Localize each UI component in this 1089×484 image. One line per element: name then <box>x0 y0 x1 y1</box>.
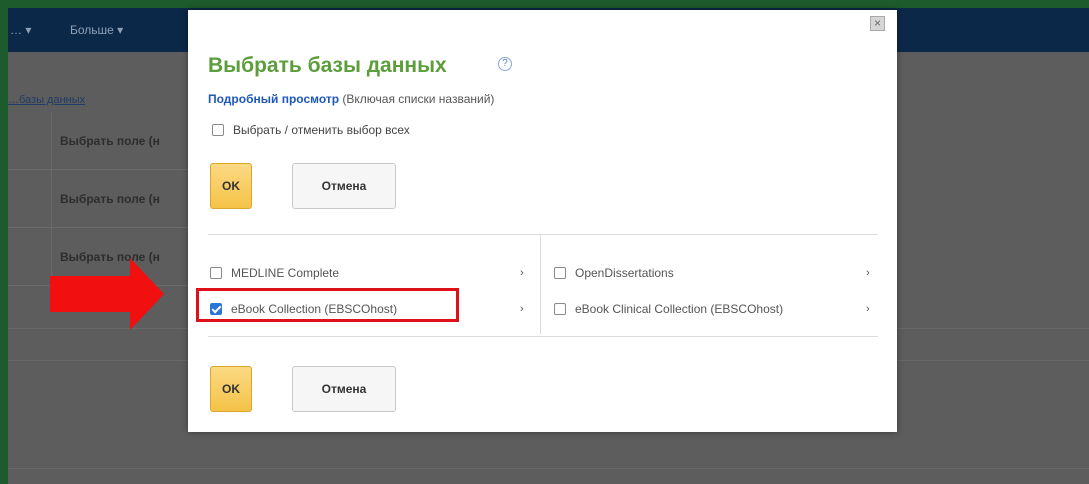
database-label: MEDLINE Complete <box>231 266 340 280</box>
dialog-title: Выбрать базы данных <box>208 54 447 77</box>
checkbox-icon[interactable] <box>554 303 566 315</box>
field-select[interactable]: Выбрать поле (н <box>60 134 160 148</box>
red-arrow-icon <box>50 258 164 330</box>
search-row: Выбрать поле (н <box>8 170 198 228</box>
detail-view-note: (Включая списки названий) <box>339 92 495 106</box>
detail-view-line: Подробный просмотр (Включая списки назва… <box>208 92 494 106</box>
divider <box>8 468 1089 469</box>
close-icon[interactable]: × <box>870 16 885 31</box>
checkbox-icon[interactable] <box>212 124 224 136</box>
chevron-right-icon[interactable]: › <box>520 267 524 279</box>
checkbox-icon[interactable] <box>210 267 222 279</box>
detail-view-link[interactable]: Подробный просмотр <box>208 92 339 106</box>
divider <box>208 234 878 235</box>
cancel-button-bottom[interactable]: Отмена <box>292 366 396 412</box>
chevron-right-icon[interactable]: › <box>866 303 870 315</box>
cancel-button-top[interactable]: Отмена <box>292 163 396 209</box>
divider <box>208 336 878 337</box>
database-item-ebook-clinical[interactable]: eBook Clinical Collection (EBSCOhost) <box>554 302 783 316</box>
nav-item-menu[interactable]: … ▾ <box>10 23 31 37</box>
chevron-right-icon[interactable]: › <box>520 303 524 315</box>
checkbox-icon[interactable] <box>554 267 566 279</box>
search-row: Выбрать поле (н <box>8 112 198 170</box>
breadcrumb-databases[interactable]: …базы данных <box>8 94 85 106</box>
column-divider <box>540 234 541 334</box>
nav-item-more[interactable]: Больше ▾ <box>70 23 123 37</box>
select-all-checkbox[interactable]: Выбрать / отменить выбор всех <box>212 123 410 137</box>
ok-button-bottom[interactable]: OK <box>210 366 252 412</box>
database-label: eBook Clinical Collection (EBSCOhost) <box>575 302 784 316</box>
help-icon[interactable]: ? <box>498 57 512 71</box>
select-databases-dialog: × Выбрать базы данных ? Подробный просмо… <box>188 10 897 432</box>
select-all-label: Выбрать / отменить выбор всех <box>233 123 410 137</box>
database-item-medline[interactable]: MEDLINE Complete <box>210 266 339 280</box>
highlight-box <box>196 288 459 322</box>
database-label: OpenDissertations <box>575 266 674 280</box>
field-select[interactable]: Выбрать поле (н <box>60 192 160 206</box>
database-item-opendissertations[interactable]: OpenDissertations <box>554 266 674 280</box>
ok-button-top[interactable]: OK <box>210 163 252 209</box>
chevron-right-icon[interactable]: › <box>866 267 870 279</box>
